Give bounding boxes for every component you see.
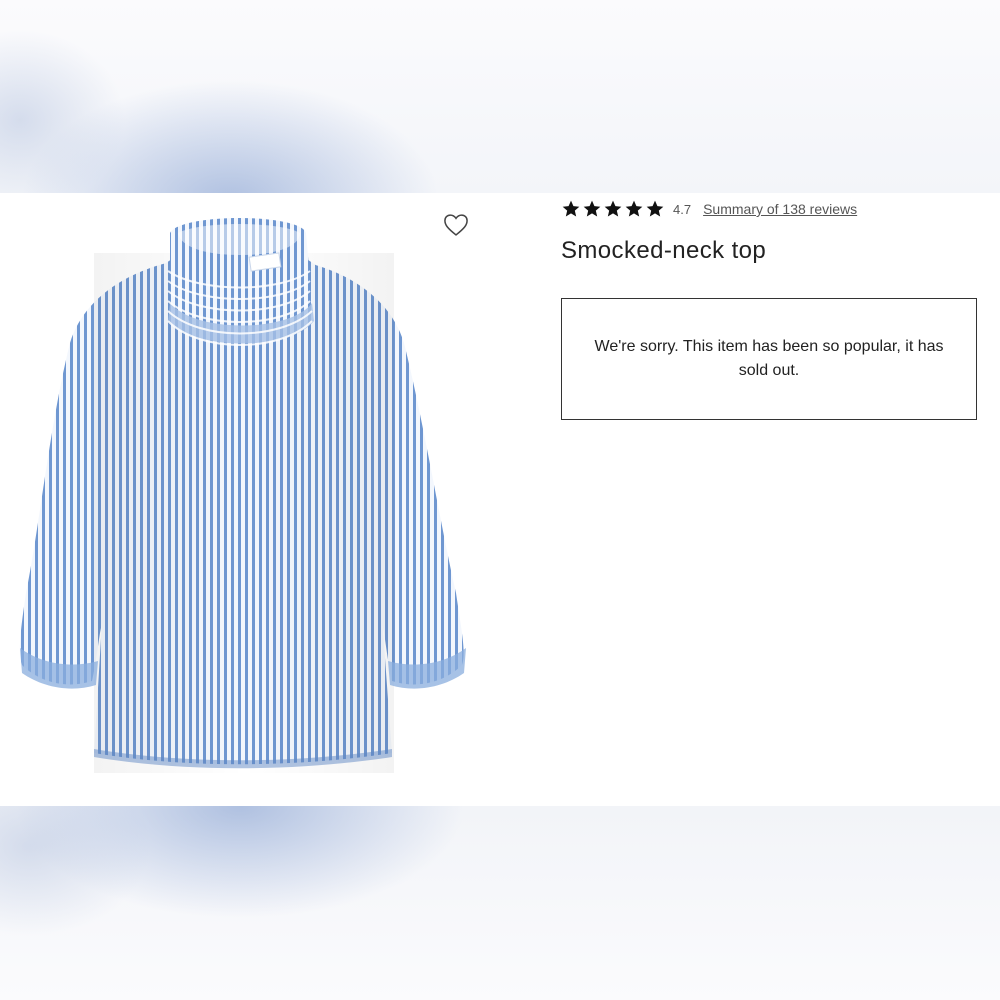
rating-value: 4.7 (673, 201, 692, 217)
star-filled-icon (604, 200, 622, 217)
product-image-container (0, 193, 488, 806)
star-rating (561, 199, 665, 219)
blurred-background-bottom (0, 806, 1000, 1000)
product-panel: 4.7 Summary of 138 reviews Smocked-neck … (0, 193, 1000, 806)
star-filled-icon (562, 200, 580, 217)
heart-outline-icon[interactable] (442, 211, 470, 239)
sold-out-message: We're sorry. This item has been so popul… (594, 338, 944, 379)
star-filled-icon (646, 200, 664, 217)
product-image (19, 218, 466, 773)
sold-out-notice: We're sorry. This item has been so popul… (561, 298, 977, 420)
reviews-summary-link[interactable]: Summary of 138 reviews (703, 201, 857, 217)
star-filled-icon (583, 200, 601, 217)
star-filled-icon (625, 200, 643, 217)
blurred-background-top (0, 0, 1000, 193)
rating-row: 4.7 Summary of 138 reviews (561, 197, 857, 221)
product-title: Smocked-neck top (561, 237, 767, 264)
